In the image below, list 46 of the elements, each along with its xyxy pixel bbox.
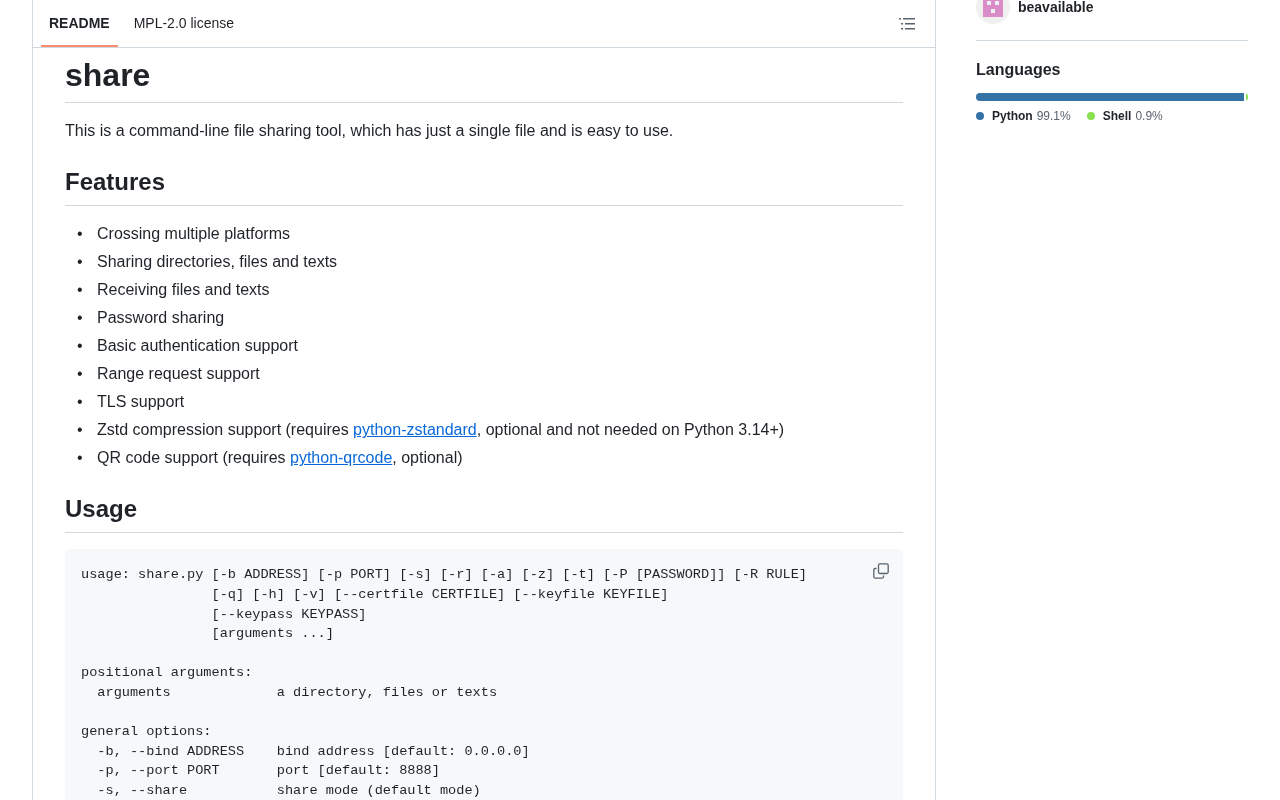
copy-button[interactable] <box>871 561 891 582</box>
package-link[interactable]: python-zstandard <box>353 421 477 439</box>
package-link[interactable]: python-qrcode <box>290 449 393 467</box>
feature-item: TLS support <box>97 392 185 413</box>
list-icon <box>899 15 915 32</box>
code-line: positional arguments: <box>81 664 253 683</box>
code-line: [--keypass KEYPASS] <box>210 605 367 624</box>
readme-title: share <box>65 56 903 104</box>
list-bullet: • <box>77 280 84 301</box>
language-percent: 99.1% <box>1036 109 1071 123</box>
language-name[interactable]: Python <box>992 109 1033 123</box>
list-bullet: • <box>77 252 84 273</box>
language-percent: 0.9% <box>1135 109 1163 123</box>
readme-tab[interactable]: MPL-2.0 license <box>125 0 243 47</box>
feature-item: Range request support <box>97 364 260 385</box>
feature-item: Sharing directories, files and texts <box>97 252 338 273</box>
contributor-name[interactable]: beavailable <box>1018 0 1094 15</box>
feature-item: Receiving files and texts <box>97 280 270 301</box>
list-bullet: • <box>77 336 84 357</box>
code-line: -p, --port PORT port [default: 8888] <box>96 762 440 781</box>
feature-item: Password sharing <box>97 308 225 329</box>
code-line: usage: share.py [-b ADDRESS] [-p PORT] [-s] [-r] [-a] [-z] [-t] [-P [PASSWORD]] [-R RULE] <box>81 566 808 585</box>
avatar-icon <box>976 0 1010 24</box>
copy-icon <box>873 563 889 580</box>
section-heading: Usage <box>65 494 903 534</box>
code-line: general options: <box>81 723 212 742</box>
feature-item: Basic authentication support <box>97 336 298 357</box>
intro-text: This is a command-line file sharing tool, which has just a single file and is easy to use. <box>65 121 675 142</box>
code-line: [arguments ...] <box>210 625 334 644</box>
language-name[interactable]: Shell <box>1102 109 1132 123</box>
list-bullet: • <box>77 392 84 413</box>
feature-item: Crossing multiple platforms <box>97 224 290 245</box>
list-bullet: • <box>77 224 84 245</box>
section-heading: Features <box>65 167 903 207</box>
languages-heading: Languages <box>976 61 1062 79</box>
readme-tab[interactable]: README <box>41 0 118 47</box>
code-line: -b, --bind ADDRESS bind address [default: 0.0.0.0] <box>96 742 530 761</box>
list-bullet: • <box>77 308 84 329</box>
list-bullet: • <box>77 420 84 441</box>
feature-item: Zstd compression support (requires python-zstandard, optional and not needed on Python 3.14+) <box>97 420 785 441</box>
list-bullet: • <box>77 364 84 385</box>
list-bullet: • <box>77 448 84 469</box>
code-line: [-q] [-h] [-v] [--certfile CERTFILE] [--keyfile KEYFILE] <box>210 586 669 604</box>
feature-item: QR code support (requires python-qrcode, optional) <box>97 448 463 469</box>
code-line: -s, --share share mode (default mode) <box>96 781 481 800</box>
code-line: arguments a directory, files or texts <box>96 683 498 702</box>
